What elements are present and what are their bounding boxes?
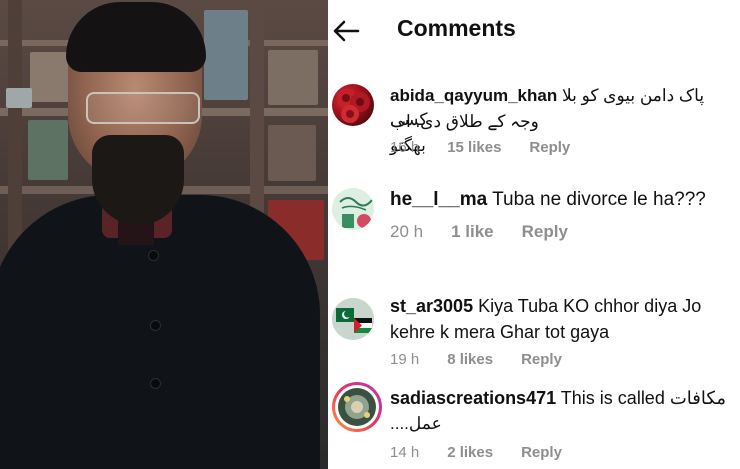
comment-time: 20 h bbox=[390, 222, 424, 241]
comment-text: st_ar3005 Kiya Tuba KO chhor diya Jo bbox=[390, 294, 740, 318]
kurta-button bbox=[148, 250, 159, 261]
page-title: Comments bbox=[397, 15, 516, 41]
comment-meta: 19 h 8 likes Reply bbox=[390, 351, 590, 368]
comment-time: 16 h bbox=[390, 139, 420, 156]
comment-text: he__l__ma Tuba ne divorce le ha??? bbox=[390, 188, 706, 212]
red-roses-icon bbox=[337, 89, 370, 123]
comment-likes[interactable]: 15 likes bbox=[447, 139, 501, 156]
comment-meta: 14 h 2 likes Reply bbox=[390, 444, 590, 461]
shelf-item bbox=[204, 10, 248, 100]
comment-likes[interactable]: 1 like bbox=[451, 222, 494, 242]
comment-body: This is called bbox=[560, 388, 665, 408]
avatar[interactable] bbox=[332, 188, 374, 230]
comments-panel: Comments abida_qayyum_khan پاک دامن بیوی… bbox=[328, 0, 740, 469]
reply-button[interactable]: Reply bbox=[521, 351, 562, 368]
comment-username[interactable]: sadiascreations471 bbox=[390, 388, 556, 408]
shelf-item bbox=[268, 50, 318, 105]
shelf-item bbox=[268, 125, 316, 181]
comment-body-urdu: مکافات bbox=[669, 388, 726, 408]
comment-time: 14 h bbox=[390, 444, 420, 461]
reply-button[interactable]: Reply bbox=[529, 139, 570, 156]
back-button[interactable] bbox=[332, 20, 360, 42]
reply-button[interactable]: Reply bbox=[521, 444, 562, 461]
kurta-button bbox=[150, 320, 161, 331]
shelf-item bbox=[28, 120, 68, 180]
comment-meta: 16 h 15 likes Reply bbox=[390, 139, 598, 156]
shelf-item bbox=[30, 52, 70, 102]
back-arrow-icon bbox=[333, 20, 360, 42]
avatar[interactable] bbox=[332, 84, 374, 126]
craft-icon bbox=[338, 388, 376, 426]
video-frame bbox=[0, 0, 328, 469]
comment-body-line2: kehre k mera Ghar tot gaya bbox=[390, 322, 610, 342]
comment-username[interactable]: abida_qayyum_khan bbox=[390, 86, 557, 105]
avatar[interactable] bbox=[332, 298, 374, 340]
comment-body: Kiya Tuba KO chhor diya Jo bbox=[478, 296, 702, 316]
comment-text: sadiascreations471 This is called مکافات bbox=[390, 386, 740, 410]
kurta-button bbox=[150, 378, 161, 389]
comment-username[interactable]: he__l__ma bbox=[390, 189, 487, 210]
comment-time: 19 h bbox=[390, 351, 420, 368]
green-calligraphy-icon bbox=[332, 188, 374, 230]
avatar-story-ring[interactable] bbox=[332, 382, 382, 432]
comment-username[interactable]: st_ar3005 bbox=[390, 296, 473, 316]
comment-meta: 20 h 1 like Reply bbox=[390, 222, 596, 242]
flags-icon bbox=[332, 298, 374, 340]
reply-button[interactable]: Reply bbox=[522, 222, 568, 242]
person-hair bbox=[66, 2, 206, 72]
person-beard bbox=[92, 135, 184, 225]
comment-likes[interactable]: 8 likes bbox=[447, 351, 493, 368]
comment-body: Tuba ne divorce le ha??? bbox=[492, 189, 706, 210]
comment-body-line2: عمل.... bbox=[390, 414, 442, 433]
comment-likes[interactable]: 2 likes bbox=[447, 444, 493, 461]
person-glasses bbox=[86, 92, 200, 124]
shelf-item bbox=[6, 88, 32, 108]
